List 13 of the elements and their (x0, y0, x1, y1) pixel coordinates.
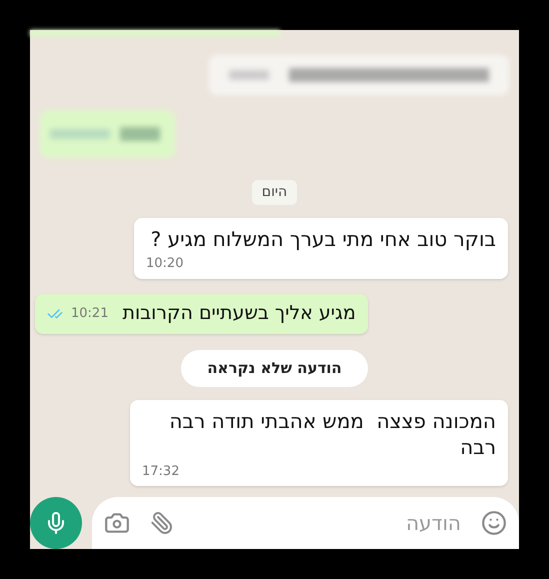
message-text: בוקר טוב אחי מתי בערך המשלוח מגיע ? (150, 226, 496, 252)
message-text: מגיע אליך בשעתיים הקרובות (122, 301, 356, 326)
date-chip: היום (252, 180, 298, 205)
message-time: 10:20 (146, 255, 184, 273)
paperclip-icon[interactable] (150, 511, 174, 535)
message-time: 17:32 (142, 462, 180, 480)
message-time: 10:21 (71, 304, 108, 323)
microphone-button[interactable] (30, 497, 82, 549)
message-input-field[interactable]: הודעה (92, 497, 519, 549)
message-text: המכונה פצצה ממש אהבתי תודה רבה רבה (168, 408, 496, 460)
unread-messages-chip: הודעה שלא נקראה (181, 350, 368, 386)
message-input-field[interactable]: הודעה (194, 508, 461, 538)
emoji-icon[interactable] (481, 510, 507, 536)
